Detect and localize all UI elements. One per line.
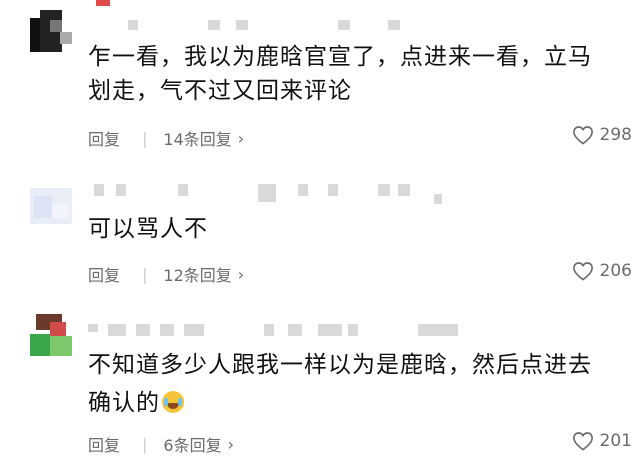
chevron-right-icon: › xyxy=(227,434,234,454)
like-count: 298 xyxy=(599,125,632,145)
reply-button[interactable]: 回复 xyxy=(88,262,120,286)
comment-text: 不知道多少人跟我一样以为是鹿晗，然后点进去 确认的 xyxy=(88,348,620,420)
reply-button[interactable]: 回复 xyxy=(88,126,120,150)
comment-text: 可以骂人不 xyxy=(88,212,620,246)
heart-icon xyxy=(572,262,593,281)
heart-icon xyxy=(572,432,593,451)
view-replies-link[interactable]: 12条回复 xyxy=(163,262,231,286)
comment-text: 乍一看，我以为鹿晗官宣了，点进来一看，立马 划走，气不过又回来评论 xyxy=(88,40,620,108)
username-redacted[interactable] xyxy=(88,0,448,30)
chevron-right-icon: › xyxy=(237,128,245,148)
comment-actions: 回复 | 6条回复 › xyxy=(88,432,234,456)
like-button[interactable]: 298 xyxy=(572,125,632,145)
avatar[interactable] xyxy=(30,182,72,224)
comment-actions: 回复 | 12条回复 › xyxy=(88,262,244,286)
separator: | xyxy=(142,128,148,148)
comment-text-line: 乍一看，我以为鹿晗官宣了，点进来一看，立马 xyxy=(88,44,592,70)
comment-item: 不知道多少人跟我一样以为是鹿晗，然后点进去 确认的 回复 | 6条回复 › 20… xyxy=(0,310,640,455)
like-button[interactable]: 201 xyxy=(572,431,632,451)
comment-text-fragment: 确认的 xyxy=(88,390,160,416)
like-count: 201 xyxy=(599,431,632,451)
separator: | xyxy=(142,264,148,284)
comment-item: 可以骂人不 回复 | 12条回复 › 206 xyxy=(0,170,640,290)
crying-laughing-emoji-icon xyxy=(162,391,184,413)
separator: | xyxy=(142,434,148,454)
comment-actions: 回复 | 14条回复 › xyxy=(88,126,244,150)
reply-button[interactable]: 回复 xyxy=(88,432,120,456)
username-redacted[interactable] xyxy=(88,184,448,204)
view-replies-link[interactable]: 14条回复 xyxy=(163,126,231,150)
avatar[interactable] xyxy=(30,10,72,52)
comment-text-line: 划走，气不过又回来评论 xyxy=(88,78,352,104)
avatar[interactable] xyxy=(30,314,72,356)
like-count: 206 xyxy=(599,261,632,281)
comment-item: 乍一看，我以为鹿晗官宣了，点进来一看，立马 划走，气不过又回来评论 回复 | 1… xyxy=(0,0,640,160)
heart-icon xyxy=(572,126,593,145)
comment-text-line: 确认的 xyxy=(88,386,620,420)
like-button[interactable]: 206 xyxy=(572,261,632,281)
comment-text-line: 不知道多少人跟我一样以为是鹿晗，然后点进去 xyxy=(88,352,592,378)
comment-text-line: 可以骂人不 xyxy=(88,216,208,242)
chevron-right-icon: › xyxy=(237,264,245,284)
username-redacted[interactable] xyxy=(88,324,488,338)
view-replies-link[interactable]: 6条回复 xyxy=(163,432,221,456)
